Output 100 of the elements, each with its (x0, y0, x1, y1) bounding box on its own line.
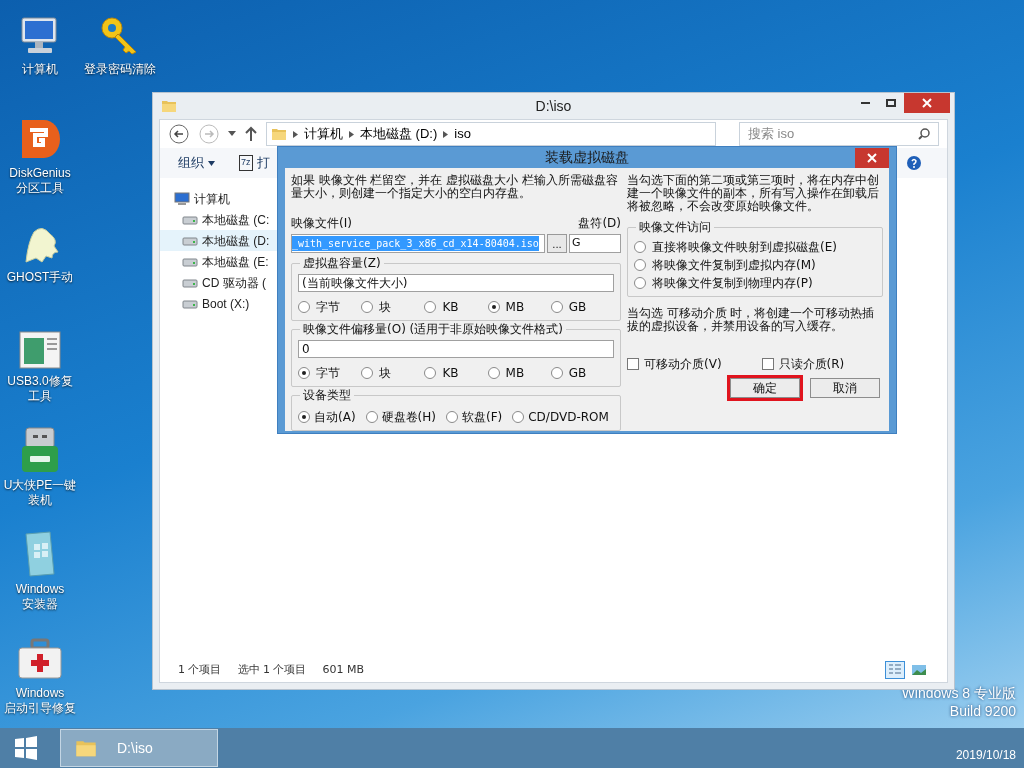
radio-button[interactable] (424, 301, 437, 313)
folder-icon (271, 126, 287, 142)
field-label: 盘符(D) (578, 215, 621, 232)
radio-label: 硬盘卷(H) (381, 409, 436, 426)
window-icon[interactable] (18, 330, 62, 370)
help-icon[interactable] (907, 156, 921, 170)
back-button[interactable] (168, 123, 190, 145)
group-legend: 映像文件偏移量(O) (适用于非原始映像文件格式) (300, 322, 566, 336)
radio-label: MB (505, 299, 525, 316)
image-icon (912, 665, 926, 675)
radio-button[interactable] (487, 301, 500, 313)
chevron-icon (349, 130, 354, 138)
radio-label: 块 (379, 299, 392, 316)
drive-icon (182, 255, 198, 268)
radio-label: 块 (379, 365, 392, 382)
group-legend: 设备类型 (300, 388, 354, 402)
nav-item[interactable]: 计算机 (194, 189, 230, 208)
radio-button[interactable] (550, 367, 563, 379)
breadcrumb-item[interactable]: iso (454, 124, 471, 144)
address-bar[interactable]: 计算机 本地磁盘 (D:) iso (266, 122, 716, 146)
radio-button[interactable] (445, 411, 458, 423)
radio-label: KB (442, 299, 459, 316)
radio-label: 将映像文件复制到物理内存(P) (652, 275, 813, 292)
edition-text: Windows 8 专业版 (901, 684, 1016, 702)
radio-label: MB (505, 365, 525, 382)
intro-text: 如果 映像文件 栏留空，并在 虚拟磁盘大小 栏输入所需磁盘容量大小，则创建一个指定大小的空白内存盘。 (291, 174, 619, 200)
computer-icon (174, 191, 190, 206)
clock-date: 2019/10/18 (955, 747, 1016, 764)
radio-label: CD/DVD-ROM (528, 409, 609, 426)
desktop-icon-label[interactable]: Windows 安装器 (15, 582, 65, 612)
four-panes-icon (14, 736, 38, 760)
search-field[interactable]: 搜索 iso (739, 122, 939, 146)
nav-item[interactable]: CD 驱动器 ( (160, 272, 300, 293)
up-arrow-icon[interactable] (244, 126, 258, 142)
drive-icon (182, 276, 198, 289)
radio-button[interactable] (298, 367, 310, 379)
edition-text: Build 9200 (949, 702, 1016, 720)
desktop-icon-label[interactable]: DiskGenius 分区工具 (9, 166, 71, 196)
size-field[interactable]: (当前映像文件大小) (298, 274, 614, 292)
radio-label: 将映像文件复制到虚拟内存(M) (652, 257, 816, 274)
checkbox[interactable] (627, 358, 639, 370)
checkbox-label: 只读介质(R) (778, 356, 845, 373)
list-icon (889, 664, 901, 676)
radio-label: 字节 (316, 365, 340, 382)
close-icon (922, 98, 932, 108)
group-legend: 映像文件访问 (636, 220, 714, 234)
access-note: 当勾选下面的第二项或第三项时，将在内存中创建一个映像文件的副本，所有写入操作在卸载后将被忽略，不会改变原始映像文件。 (627, 174, 880, 213)
radio-label: GB (568, 365, 587, 382)
radio-button[interactable] (361, 367, 374, 379)
radio-button[interactable] (424, 367, 437, 379)
drive-icon (182, 213, 198, 226)
desktop-icon-label[interactable]: 计算机 (22, 62, 58, 77)
toolbar-button[interactable]: 组织 (178, 153, 215, 173)
removable-note: 当勾选 可移动介质 时，将创建一个可移动热插拔的虚拟设备，并禁用设备的写入缓存。 (627, 307, 876, 333)
breadcrumb-item[interactable]: 本地磁盘 (D:) (360, 124, 438, 144)
close-button[interactable] (855, 148, 889, 168)
radio-label: 字节 (316, 299, 340, 316)
desktop-icon-label[interactable]: GHOST手动 (6, 270, 74, 285)
chevron-icon (293, 130, 298, 138)
radio-label: 直接将映像文件映射到虚拟磁盘(E) (652, 239, 837, 256)
radio-button[interactable] (298, 301, 310, 313)
close-icon (867, 153, 877, 163)
drive-icon (182, 234, 198, 247)
breadcrumb-item[interactable]: 计算机 (304, 124, 343, 144)
dialog-button[interactable]: 取消 (810, 378, 880, 398)
offset-field[interactable]: 0 (298, 340, 614, 358)
group-legend: 虚拟盘容量(Z) (300, 256, 384, 270)
radio-button[interactable] (298, 411, 310, 423)
nav-item[interactable]: Boot (X:) (160, 293, 300, 314)
status-text: 1 个项目 (178, 661, 222, 678)
nav-item[interactable]: 本地磁盘 (E: (160, 251, 300, 272)
dialog-button[interactable]: 确定 (730, 378, 800, 398)
dialog-title: 装载虚拟磁盘 (545, 148, 629, 167)
browse-button[interactable]: ... (547, 234, 567, 253)
status-text: 601 MB (322, 661, 365, 678)
caret-icon (208, 160, 215, 166)
caret-icon[interactable] (228, 131, 236, 137)
radio-button[interactable] (634, 277, 646, 289)
details-view-button[interactable] (885, 661, 905, 679)
radio-label: KB (442, 365, 459, 382)
desktop-icon-label[interactable]: U大侠PE一键 装机 (3, 478, 77, 508)
desktop-icon-label[interactable]: USB3.0修复 工具 (7, 374, 73, 404)
radio-button[interactable] (634, 259, 646, 271)
radio-button[interactable] (365, 411, 378, 423)
drive-icon (182, 297, 198, 310)
first-aid-kit-icon[interactable] (16, 638, 64, 682)
drive-letter-field[interactable]: G (569, 234, 621, 253)
radio-button[interactable] (634, 241, 646, 253)
radio-button[interactable] (512, 411, 525, 423)
radio-button[interactable] (487, 367, 500, 379)
toolbar-button[interactable]: 7z 打 (239, 153, 270, 173)
radio-label: 自动(A) (314, 409, 356, 426)
radio-label: GB (568, 299, 587, 316)
desktop-icon-label[interactable]: 登录密码清除 (84, 62, 156, 77)
checkbox[interactable] (761, 358, 774, 370)
radio-button[interactable] (361, 301, 374, 313)
close-button[interactable] (904, 93, 950, 113)
search-icon (918, 128, 930, 140)
checkbox-label: 可移动介质(V) (644, 356, 722, 373)
radio-button[interactable] (550, 301, 563, 313)
